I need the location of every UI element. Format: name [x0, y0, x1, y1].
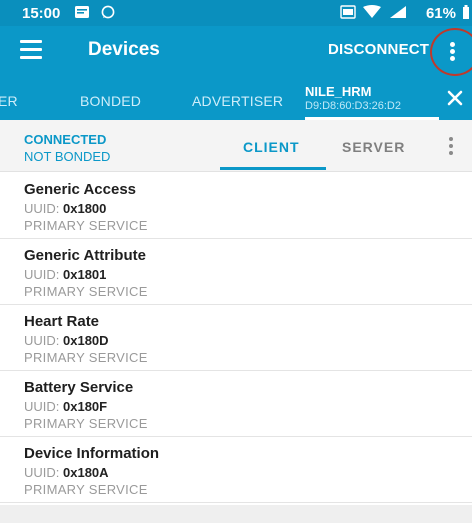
service-type: PRIMARY SERVICE [24, 482, 148, 497]
data-saver-icon [340, 5, 356, 19]
service-item-battery-service[interactable]: Battery Service UUID: 0x180F PRIMARY SER… [0, 371, 472, 437]
service-list: Generic Access UUID: 0x1800 PRIMARY SERV… [0, 173, 472, 503]
hamburger-menu-icon[interactable] [20, 40, 42, 59]
status-time: 15:00 [22, 5, 61, 22]
whatsapp-icon [101, 5, 115, 19]
client-tab-indicator [220, 167, 326, 170]
more-vertical-icon[interactable] [431, 30, 472, 70]
connection-state: CONNECTED [24, 132, 107, 147]
service-item-heart-rate[interactable]: Heart Rate UUID: 0x180D PRIMARY SERVICE [0, 305, 472, 371]
notification-icon [75, 6, 89, 18]
page-title: Devices [88, 39, 160, 60]
service-uuid: UUID: 0x180F [24, 399, 108, 414]
service-item-device-information[interactable]: Device Information UUID: 0x180A PRIMARY … [0, 437, 472, 503]
battery-icon [463, 5, 469, 19]
disconnect-button[interactable]: DISCONNECT [328, 41, 429, 58]
service-type: PRIMARY SERVICE [24, 416, 148, 431]
service-name: Battery Service [24, 379, 134, 396]
device-tab-bar: ER BONDED ADVERTISER NILE_HRM D9:D8:60:D… [0, 76, 472, 120]
tab-bonded[interactable]: BONDED [80, 93, 141, 109]
service-uuid: UUID: 0x1800 [24, 201, 107, 216]
device-address: D9:D8:60:D3:26:D2 [305, 100, 401, 112]
device-name: NILE_HRM [305, 84, 372, 99]
service-type: PRIMARY SERVICE [24, 284, 148, 299]
app-bar: Devices DISCONNECT [0, 26, 472, 76]
bond-state: NOT BONDED [24, 149, 111, 164]
tab-client[interactable]: CLIENT [243, 139, 300, 155]
service-name: Heart Rate [24, 313, 100, 330]
close-icon[interactable] [445, 88, 465, 108]
tab-device-nile-hrm[interactable]: NILE_HRM D9:D8:60:D3:26:D2 [305, 84, 439, 120]
tab-server[interactable]: SERVER [342, 139, 405, 155]
wifi-icon [363, 5, 381, 18]
service-name: Generic Attribute [24, 247, 146, 264]
tab-scanner-partial[interactable]: ER [0, 93, 18, 109]
more-vertical-icon[interactable] [442, 132, 462, 160]
service-item-generic-attribute[interactable]: Generic Attribute UUID: 0x1801 PRIMARY S… [0, 239, 472, 305]
connection-bar: CONNECTED NOT BONDED CLIENT SERVER [0, 120, 472, 172]
signal-icon [390, 6, 406, 18]
service-uuid: UUID: 0x180D [24, 333, 109, 348]
service-item-generic-access[interactable]: Generic Access UUID: 0x1800 PRIMARY SERV… [0, 173, 472, 239]
service-name: Generic Access [24, 181, 137, 198]
tab-advertiser[interactable]: ADVERTISER [192, 93, 283, 109]
service-uuid: UUID: 0x1801 [24, 267, 107, 282]
service-uuid: UUID: 0x180A [24, 465, 109, 480]
status-bar: 15:00 61% [0, 0, 472, 26]
battery-percent: 61% [425, 5, 456, 22]
list-footer-spacer [0, 505, 472, 523]
service-type: PRIMARY SERVICE [24, 350, 148, 365]
service-name: Device Information [24, 445, 160, 462]
service-type: PRIMARY SERVICE [24, 218, 148, 233]
